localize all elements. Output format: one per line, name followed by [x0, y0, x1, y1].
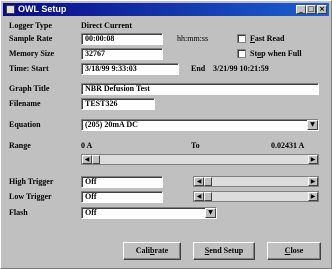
- range-from-value: 0 A: [81, 141, 93, 150]
- time-end-label: End: [191, 64, 206, 73]
- filename-label: Filename: [9, 99, 41, 108]
- scroll-right-icon[interactable]: ▶: [308, 155, 318, 164]
- equation-select[interactable]: (205) 20mA DC ▼: [81, 119, 319, 131]
- flash-value: Off: [85, 208, 97, 217]
- logger-type-value: Direct Current: [81, 21, 133, 30]
- sample-rate-field[interactable]: 00:00:08: [81, 33, 163, 45]
- stop-when-full-label[interactable]: Stop when Full: [250, 49, 302, 59]
- scroll-right-icon[interactable]: ▶: [308, 177, 318, 186]
- scroll-left-icon[interactable]: ◀: [82, 155, 92, 164]
- high-trigger-label: High Trigger: [9, 177, 54, 186]
- fast-read-checkbox[interactable]: [237, 34, 246, 43]
- flash-select[interactable]: Off ▼: [81, 207, 217, 219]
- high-trigger-scrollbar[interactable]: ◀ ▶: [193, 176, 319, 187]
- fast-read-label[interactable]: Fast Read: [250, 34, 284, 44]
- memory-size-field[interactable]: 32767: [81, 48, 163, 60]
- flash-label: Flash: [9, 208, 28, 217]
- time-start-field[interactable]: 3/18/99 9:33:03: [81, 63, 179, 75]
- send-setup-button[interactable]: Send Setup: [193, 242, 255, 260]
- memory-size-label: Memory Size: [9, 49, 55, 58]
- range-to-value: 0.02431 A: [271, 141, 305, 150]
- calibrate-button[interactable]: Calibrate: [123, 242, 181, 260]
- sample-rate-label: Sample Rate: [9, 34, 53, 43]
- sample-rate-unit: hh:mm:ss: [177, 34, 209, 43]
- filename-field[interactable]: TEST326: [81, 98, 155, 110]
- scroll-left-icon[interactable]: ◀: [194, 192, 204, 201]
- minimize-icon[interactable]: _: [296, 5, 306, 14]
- scroll-thumb[interactable]: [204, 177, 212, 186]
- chevron-down-icon[interactable]: ▼: [205, 208, 216, 218]
- range-scrollbar[interactable]: ◀ ▶: [81, 154, 319, 165]
- low-trigger-field[interactable]: Off: [81, 191, 163, 203]
- stop-when-full-checkbox[interactable]: [237, 49, 246, 58]
- close-button[interactable]: Close: [267, 242, 321, 260]
- owl-setup-window: OWL Setup _ □ × Logger Type Direct Curre…: [0, 0, 332, 269]
- window-title: OWL Setup: [18, 4, 67, 14]
- graph-title-field[interactable]: NBR Defusion Test: [81, 83, 319, 95]
- logger-type-label: Logger Type: [9, 21, 52, 30]
- low-trigger-scrollbar[interactable]: ◀ ▶: [193, 191, 319, 202]
- time-start-label: Time: Start: [9, 64, 49, 73]
- time-end-value: 3/21/99 10:21:59: [213, 64, 269, 73]
- maximize-icon[interactable]: □: [306, 5, 316, 14]
- close-icon[interactable]: ×: [317, 5, 327, 14]
- range-to-label: To: [191, 141, 200, 150]
- chevron-down-icon[interactable]: ▼: [307, 120, 318, 130]
- low-trigger-label: Low Trigger: [9, 192, 52, 201]
- high-trigger-field[interactable]: Off: [81, 176, 163, 188]
- app-icon[interactable]: [6, 5, 15, 14]
- range-label: Range: [9, 141, 31, 150]
- equation-label: Equation: [9, 120, 41, 129]
- graph-title-label: Graph Title: [9, 84, 50, 93]
- title-bar[interactable]: OWL Setup _ □ ×: [3, 3, 329, 16]
- scroll-right-icon[interactable]: ▶: [308, 192, 318, 201]
- scroll-thumb[interactable]: [92, 155, 100, 164]
- equation-value: (205) 20mA DC: [85, 120, 138, 129]
- scroll-thumb[interactable]: [204, 192, 212, 201]
- scroll-left-icon[interactable]: ◀: [194, 177, 204, 186]
